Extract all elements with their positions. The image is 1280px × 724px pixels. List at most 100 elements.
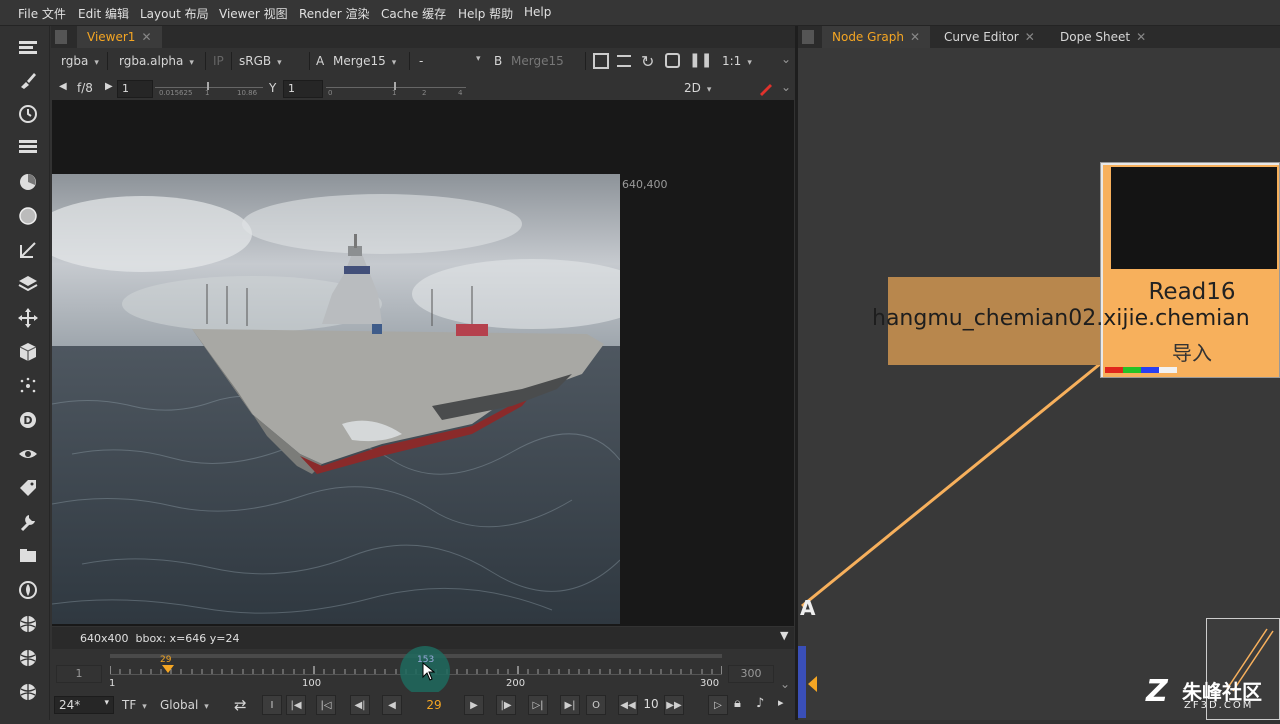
carrier-render-image [52,174,620,624]
zoom-dropdown[interactable]: 1:1 [722,54,772,72]
menu-layout[interactable]: Layout 布局 [140,5,209,22]
menu-edit[interactable]: Edit 编辑 [78,5,129,22]
menu-file[interactable]: File 文件 [18,5,66,22]
refresh-icon[interactable]: ↻ [641,52,654,71]
rendered-image[interactable] [52,174,620,624]
next-keyframe-icon[interactable]: ▷| [528,695,548,715]
lines-icon[interactable] [617,55,631,67]
record-arrow-icon[interactable]: ▸ [778,696,784,714]
furnace-icon[interactable] [13,577,43,603]
roi-icon[interactable] [593,53,609,69]
pane-menu-handle[interactable] [55,30,67,44]
menu-help-cn[interactable]: Help 帮助 [458,5,513,22]
prev-keyframe-icon[interactable]: |◁ [316,695,336,715]
merge-layers-icon[interactable] [13,271,43,297]
deep-icon[interactable]: D [13,407,43,433]
input-a-dropdown[interactable]: Merge15 [333,54,396,72]
color-wheel-icon[interactable] [13,169,43,195]
increment-field[interactable]: 10 [640,697,662,715]
3d-cube-icon[interactable] [13,339,43,365]
dock-handle[interactable] [798,646,806,718]
timecode-mode-dropdown[interactable]: TF [122,698,147,716]
pause-icon[interactable]: ❚❚ [689,52,712,70]
expand-chevron-icon[interactable]: ⌄ [781,52,791,70]
input-a-label: A [316,54,325,68]
gamma-tick: 1 [392,89,397,97]
input-b-dropdown[interactable]: Merge15 [511,54,564,72]
fstop-prev-icon[interactable]: ◀ [59,81,67,99]
fstop-label[interactable]: f/8 [77,81,93,99]
timeline[interactable]: 1 1 100 200 300 29 153 300 ⌄ [52,646,794,696]
lock-icon[interactable]: 🔒︎ [734,696,741,714]
watermark-z-icon: Z [1146,674,1168,709]
node-graph-pane[interactable]: Node Graph ✕ Curve Editor ✕ Dope Sheet ✕ Re… [798,26,1280,720]
views-eye-icon[interactable] [13,441,43,467]
play-forward-icon[interactable]: ▶ [464,695,484,715]
close-icon[interactable]: ✕ [141,30,151,44]
keyer-icon[interactable] [13,237,43,263]
menu-render[interactable]: Render 渲染 [299,5,370,22]
image-corner-label: 640,400 [622,178,668,191]
loop-icon[interactable]: ⇄ [234,696,247,714]
watermark-subtext: ZF3D.COM [1184,700,1254,711]
goto-end-icon[interactable]: ▶| [560,695,580,715]
read-node[interactable]: Read16 导入 [1100,162,1280,378]
goto-start-icon[interactable]: |◀ [286,695,306,715]
channel-stack-icon[interactable] [13,134,43,160]
chevron-down-icon: ▾ [104,698,109,708]
timeline-expand-icon[interactable]: ⌄ [780,677,790,691]
fstop-next-icon[interactable]: ▶ [105,81,113,99]
menu-help[interactable]: Help [524,5,551,19]
set-in-point-button[interactable]: I [262,695,282,715]
gamma-field[interactable]: 1 [283,80,323,98]
plugin-globe-icon-2[interactable] [13,645,43,671]
flipbook-icon[interactable]: ▷ [708,695,728,715]
set-out-point-button[interactable]: O [586,695,606,715]
metadata-tag-icon[interactable] [13,475,43,501]
gain-slider[interactable]: 0.015625 1 10.86 [155,82,263,98]
range-mode-dropdown[interactable]: Global [160,698,218,716]
info-expand-icon[interactable]: ▼ [780,629,788,642]
end-frame-field[interactable]: 300 [728,665,774,683]
fps-dropdown[interactable]: 24* ▾ [54,696,114,714]
tab-viewer1[interactable]: Viewer1 ✕ [77,26,162,48]
wipe-operation-dropdown[interactable]: - [419,54,423,72]
plugin-globe-icon-3[interactable] [13,679,43,705]
current-frame-field[interactable]: 29 [412,695,456,715]
start-frame-field[interactable]: 1 [56,665,102,683]
frame-icon[interactable] [665,53,680,68]
gamma-slider[interactable]: 0 1 2 4 [326,82,466,98]
view-mode-dropdown[interactable]: 2D [684,81,744,99]
other-wrench-icon[interactable] [13,509,43,535]
menu-cache[interactable]: Cache 缓存 [381,5,446,22]
step-back-icon[interactable]: ◀◀ [618,695,638,715]
alpha-channel-dropdown[interactable]: rgba.alpha [119,54,194,72]
draw-brush-icon[interactable] [13,67,43,93]
filter-circle-icon[interactable] [13,203,43,229]
colorspace-dropdown[interactable]: sRGB [239,54,305,72]
play-backward-icon[interactable]: ◀ [382,695,402,715]
collapse-arrow-icon[interactable] [808,676,817,692]
image-tools-icon[interactable] [13,34,43,60]
info-text: 640x400 bbox: x=646 y=24 [80,632,240,645]
chevron-down-icon[interactable]: ▾ [476,54,481,72]
timeline-tick-label: 200 [506,678,526,689]
time-clock-icon[interactable] [13,101,43,127]
input-process-toggle[interactable]: IP [213,54,224,72]
timeline-track[interactable]: 1 100 200 300 29 153 [109,646,722,696]
gain-field[interactable]: 1 [117,80,153,98]
channel-alpha [1159,367,1177,373]
transform-move-icon[interactable] [13,305,43,331]
plugin-globe-icon-1[interactable] [13,611,43,637]
paint-pen-icon[interactable] [757,79,775,97]
expand-chevron-icon[interactable]: ⌄ [781,80,791,98]
menu-viewer[interactable]: Viewer 视图 [219,5,288,22]
next-increment-icon[interactable]: |▶ [496,695,516,715]
prev-increment-icon[interactable]: ◀| [350,695,370,715]
audio-icon[interactable]: ♪ [756,696,764,714]
current-frame-marker[interactable] [162,665,174,673]
toolsets-folder-icon[interactable] [13,543,43,569]
channels-dropdown[interactable]: rgba [61,54,99,72]
step-forward-icon[interactable]: ▶▶ [664,695,684,715]
particles-icon[interactable] [13,373,43,399]
